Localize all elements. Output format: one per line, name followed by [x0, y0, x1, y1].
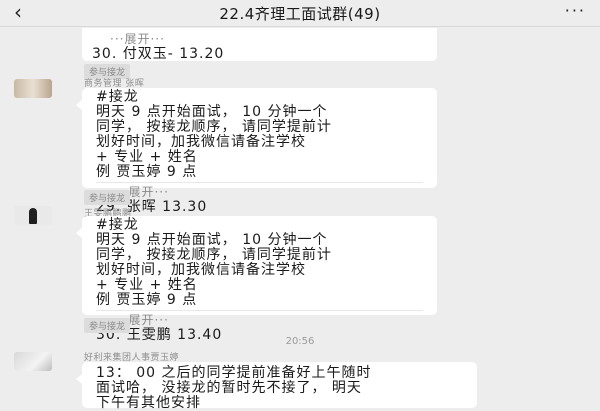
- message-line: 例 贾玉婷 9 点: [96, 164, 198, 180]
- message-bubble-top[interactable]: ···展开··· 30. 付双玉- 13.20: [82, 28, 437, 62]
- more-options-icon[interactable]: ···: [565, 1, 586, 20]
- message-line: #接龙: [96, 89, 139, 105]
- message-line: 明天 9 点开始面试， 10 分钟一个: [96, 104, 328, 120]
- message-line: 明天 9 点开始面试， 10 分钟一个: [96, 232, 328, 248]
- divider: [96, 310, 423, 311]
- message-line: 同学， 按接龙顺序， 请同学提前计: [96, 247, 332, 263]
- join-jielong-tag[interactable]: 参与接龙: [84, 318, 131, 333]
- message-line: 面试哈， 没接龙的暂时先不接了， 明天: [96, 380, 362, 396]
- timestamp: 20:56: [285, 336, 315, 347]
- message-line: + 专业 + 姓名: [96, 277, 198, 293]
- message-line: #接龙: [96, 217, 139, 233]
- message-line: 划好时间，加我微信请备注学校: [96, 262, 306, 278]
- message-bubble[interactable]: #接龙 明天 9 点开始面试， 10 分钟一个 同学， 按接龙顺序， 请同学提前…: [76, 216, 437, 343]
- jielong-entry: 30. 付双玉- 13.20: [92, 46, 225, 62]
- divider: [96, 182, 423, 183]
- message-line: 13： 00 之后的同学提前准备好上午随时: [96, 365, 372, 381]
- chat-title: 22.4齐理工面试群(49): [219, 5, 381, 23]
- chat-header: ‹ 22.4齐理工面试群(49) ···: [0, 0, 600, 27]
- join-jielong-tag[interactable]: 参与接龙: [84, 190, 131, 205]
- message-line: 例 贾玉婷 9 点: [96, 292, 198, 308]
- message-line: 同学， 按接龙顺序， 请同学提前计: [96, 119, 332, 135]
- message-line: 下午有其他安排: [96, 395, 201, 411]
- expand-link[interactable]: ···展开···: [114, 313, 423, 328]
- jielong-entry: 29. 张晖 13.30: [96, 199, 208, 215]
- avatar[interactable]: [14, 79, 52, 98]
- message-line: + 专业 + 姓名: [96, 149, 198, 165]
- avatar[interactable]: [14, 352, 52, 371]
- expand-link[interactable]: ···展开···: [110, 32, 427, 47]
- message-line: 划好时间，加我微信请备注学校: [96, 134, 306, 150]
- expand-link[interactable]: ···展开···: [114, 185, 423, 200]
- message-bubble[interactable]: 13： 00 之后的同学提前准备好上午随时 面试哈， 没接龙的暂时先不接了， 明…: [76, 362, 477, 411]
- avatar[interactable]: [14, 206, 52, 225]
- message-bubble[interactable]: #接龙 明天 9 点开始面试， 10 分钟一个 同学， 按接龙顺序， 请同学提前…: [76, 88, 437, 215]
